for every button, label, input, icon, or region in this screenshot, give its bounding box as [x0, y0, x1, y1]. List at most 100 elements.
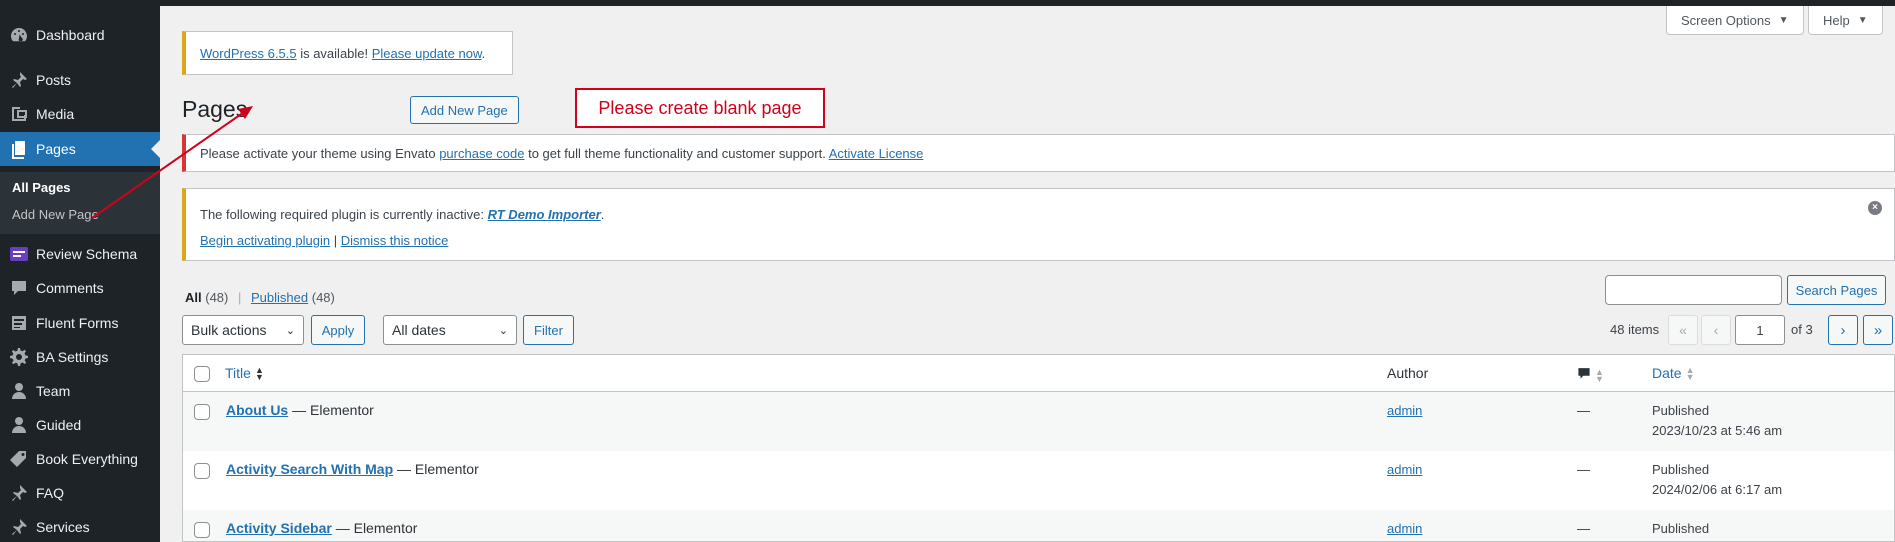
filter-separator: | [238, 290, 242, 305]
add-new-page-button[interactable]: Add New Page [410, 96, 519, 124]
page-status: Published [1652, 521, 1710, 536]
sidebar-item-dashboard[interactable]: Dashboard [0, 18, 160, 52]
person-icon [0, 381, 36, 401]
row-checkbox[interactable] [194, 522, 210, 538]
sidebar-item-team[interactable]: Team [0, 374, 160, 408]
submenu-all-pages[interactable]: All Pages [12, 180, 71, 195]
plugin-notice: The following required plugin is current… [182, 188, 1895, 261]
help-button[interactable]: Help ▼ [1808, 6, 1883, 35]
sidebar-item-label: BA Settings [36, 349, 109, 365]
column-title[interactable]: Title ▲ ▼ [225, 365, 264, 383]
review-schema-icon [0, 244, 36, 264]
filter-published-link[interactable]: Published [251, 290, 308, 305]
row-checkbox[interactable] [194, 463, 210, 479]
sort-indicator-icon: ▲ ▼ [254, 365, 264, 383]
first-page-button[interactable]: « [1668, 315, 1698, 345]
total-pages: of 3 [1791, 322, 1813, 337]
pages-icon [0, 139, 36, 159]
person-icon [0, 415, 36, 435]
page-date: 2023/10/23 at 5:46 am [1652, 423, 1783, 438]
wordpress-version-link[interactable]: WordPress 6.5.5 [200, 46, 297, 61]
author-link[interactable]: admin [1387, 403, 1422, 418]
filter-all-link[interactable]: All [185, 290, 202, 305]
table-row: Activity Search With Map — Elementor adm… [183, 451, 1894, 510]
items-count: 48 items [1610, 322, 1660, 337]
update-now-link[interactable]: Please update now [372, 46, 482, 61]
purchase-code-link[interactable]: purchase code [439, 146, 524, 161]
page-title-link[interactable]: Activity Sidebar [226, 520, 332, 536]
annotation-note: Please create blank page [575, 88, 825, 128]
help-label: Help [1823, 12, 1850, 28]
select-all-checkbox[interactable] [194, 366, 210, 382]
comments-count: — [1577, 462, 1590, 477]
comments-count: — [1577, 521, 1590, 536]
column-date[interactable]: Date ▲ ▼ [1652, 365, 1695, 382]
row-checkbox[interactable] [194, 404, 210, 420]
sidebar-item-label: Posts [36, 72, 72, 88]
sidebar-item-media[interactable]: Media [0, 97, 160, 131]
begin-activating-link[interactable]: Begin activating plugin [200, 233, 330, 248]
sidebar-item-label: Services [36, 519, 90, 535]
page-date: 2024/02/06 at 6:17 am [1652, 482, 1783, 497]
page-title-link[interactable]: About Us [226, 402, 288, 418]
dismiss-notice-link[interactable]: Dismiss this notice [341, 233, 449, 248]
prev-page-button[interactable]: ‹ [1701, 315, 1731, 345]
sidebar-item-posts[interactable]: Posts [0, 63, 160, 97]
dates-value: All dates [392, 322, 446, 338]
activate-license-link[interactable]: Activate License [829, 146, 924, 161]
submenu-add-new-page[interactable]: Add New Page [12, 207, 99, 222]
forms-icon [0, 313, 36, 333]
close-circle-icon[interactable]: × [1868, 201, 1882, 215]
sidebar-item-label: Book Everything [36, 451, 138, 467]
apply-button[interactable]: Apply [311, 315, 365, 345]
screen-options-button[interactable]: Screen Options ▼ [1666, 6, 1804, 35]
filter-button[interactable]: Filter [523, 315, 574, 345]
sidebar-item-pages[interactable]: Pages [0, 132, 160, 166]
screen-options-label: Screen Options [1681, 12, 1771, 28]
chevron-down-icon: ⌄ [498, 324, 508, 337]
update-notice-text: is available! [296, 45, 372, 61]
author-link[interactable]: admin [1387, 462, 1422, 477]
author-link[interactable]: admin [1387, 521, 1422, 536]
tag-icon [0, 449, 36, 469]
envato-notice: Please activate your theme using Envato … [182, 134, 1895, 172]
page-title: Pages [182, 96, 248, 122]
column-author: Author [1387, 365, 1429, 381]
sidebar-item-comments[interactable]: Comments [0, 271, 160, 305]
pages-table: Title ▲ ▼ Author ▲ ▼ Date ▲ ▼ About Us — Elem… [182, 354, 1895, 542]
sidebar-item-ba-settings[interactable]: BA Settings [0, 340, 160, 374]
plugin-notice-separator: | [330, 233, 341, 248]
rt-demo-importer-link[interactable]: RT Demo Importer [488, 207, 601, 222]
sidebar-item-services[interactable]: Services [0, 510, 160, 542]
table-row: Activity Sidebar — Elementor admin — Pub… [183, 510, 1894, 541]
page-title-link[interactable]: Activity Search With Map [226, 461, 393, 477]
search-pages-input[interactable] [1605, 275, 1782, 305]
sidebar-item-label: Comments [36, 280, 104, 296]
page-status: Published [1652, 462, 1710, 477]
update-notice-tail: . [481, 45, 486, 61]
sidebar-item-faq[interactable]: FAQ [0, 476, 160, 510]
column-comments[interactable]: ▲ ▼ [1577, 366, 1604, 384]
sidebar-item-review-schema[interactable]: Review Schema [0, 237, 160, 271]
envato-notice-text-2: to get full theme functionality and cust… [524, 145, 829, 161]
filter-published-count: (48) [311, 290, 335, 305]
last-page-button[interactable]: » [1863, 315, 1893, 345]
status-filter-links: All (48) | Published (48) [185, 290, 335, 305]
sidebar-item-book-everything[interactable]: Book Everything [0, 442, 160, 476]
sidebar-item-guided[interactable]: Guided [0, 408, 160, 442]
page-status: Published [1652, 403, 1710, 418]
sidebar-item-label: Dashboard [36, 27, 105, 43]
sidebar-item-label: Team [36, 383, 71, 399]
plugin-notice-tail: . [600, 207, 605, 222]
next-page-button[interactable]: › [1828, 315, 1858, 345]
sidebar-item-label: Fluent Forms [36, 315, 119, 331]
dates-select[interactable]: All dates ⌄ [383, 315, 517, 345]
sidebar-item-fluent-forms[interactable]: Fluent Forms [0, 306, 160, 340]
media-icon [0, 104, 36, 124]
bulk-actions-select[interactable]: Bulk actions ⌄ [182, 315, 304, 345]
search-pages-button[interactable]: Search Pages [1787, 275, 1886, 305]
dashboard-icon [0, 25, 36, 45]
page-editor-suffix: — Elementor [288, 402, 374, 418]
sidebar-item-label: Guided [36, 417, 82, 433]
current-page-input[interactable]: 1 [1735, 315, 1785, 345]
